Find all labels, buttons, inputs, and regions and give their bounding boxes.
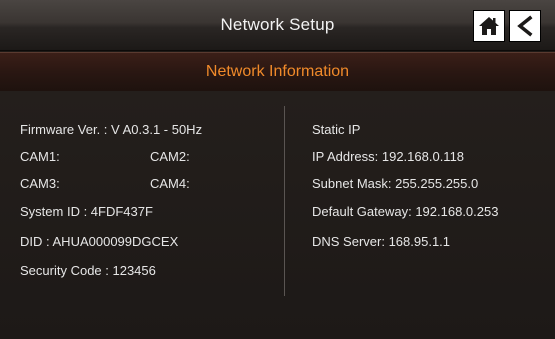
cam3-label: CAM3: — [20, 176, 60, 191]
section-header: Network Information — [0, 52, 555, 92]
column-divider — [284, 106, 285, 296]
info-panel: Firmware Ver. : V A0.3.1 - 50Hz CAM1: CA… — [0, 91, 555, 339]
system-id: System ID : 4FDF437F — [20, 204, 153, 219]
home-button[interactable] — [474, 11, 504, 41]
back-arrow-icon — [517, 15, 533, 37]
section-title: Network Information — [205, 63, 350, 80]
title-bar: Network Setup — [0, 0, 555, 51]
network-setup-screen: Network Setup Network Information Firmwa… — [0, 0, 555, 339]
back-button[interactable] — [510, 11, 540, 41]
cam4-label: CAM4: — [150, 176, 190, 191]
default-gateway: Default Gateway: 192.168.0.253 — [312, 204, 499, 219]
did-value: DID : AHUA000099DGCEX — [20, 234, 179, 249]
page-title: Network Setup — [220, 15, 335, 34]
subnet-mask: Subnet Mask: 255.255.255.0 — [312, 176, 479, 191]
firmware-version: Firmware Ver. : V A0.3.1 - 50Hz — [20, 122, 203, 137]
cam2-label: CAM2: — [150, 149, 190, 164]
home-icon — [479, 17, 499, 35]
dns-server: DNS Server: 168.95.1.1 — [312, 234, 451, 249]
ip-mode: Static IP — [312, 122, 361, 137]
security-code: Security Code : 123456 — [20, 263, 156, 278]
ip-address: IP Address: 192.168.0.118 — [312, 149, 465, 164]
cam1-label: CAM1: — [20, 149, 60, 164]
